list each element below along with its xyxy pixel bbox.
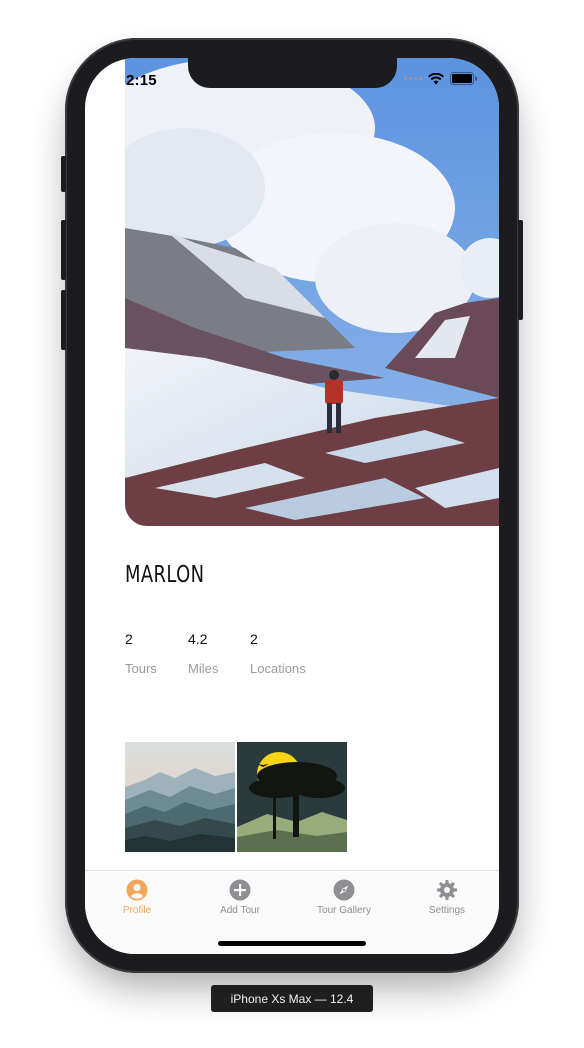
battery-icon [450,72,477,85]
stat-label: Tours [125,661,157,676]
tab-label: Add Tour [220,905,260,916]
simulator-device-label: iPhone Xs Max — 12.4 [211,985,373,1012]
tab-profile[interactable]: Profile [85,879,189,916]
tab-settings[interactable]: Settings [395,879,499,916]
tab-label: Tour Gallery [317,905,371,916]
tab-bar: Profile Add Tour Tour Gallery Settings [85,870,499,954]
stat-value: 4.2 [188,631,208,647]
phone-screen: 2:15 MARLON 2 Tours 4.2 Miles 2 Location… [85,58,499,954]
gallery-thumbnail-tree[interactable] [237,742,347,852]
notch [188,58,397,88]
hero-image [125,58,499,526]
stat-miles: 4.2 Miles [188,631,220,676]
tour-gallery-grid [125,742,347,852]
volume-down-button [61,290,66,350]
gallery-thumbnail-mountains[interactable] [125,742,235,852]
profile-name: MARLON [125,562,205,588]
stat-label: Miles [188,661,219,676]
add-icon [229,879,251,901]
gear-icon [437,880,457,900]
stat-tours: 2 Tours [125,631,158,676]
tab-label: Profile [122,905,152,916]
status-time: 2:15 [126,72,157,89]
volume-up-button [61,220,66,280]
tab-tour-gallery[interactable]: Tour Gallery [292,879,396,916]
tab-add-tour[interactable]: Add Tour [188,879,292,916]
stat-label: Locations [250,661,306,676]
status-icons [404,72,477,85]
tab-label: Settings [428,905,466,916]
stat-value: 2 [250,631,258,647]
mute-switch [61,156,66,192]
stat-locations: 2 Locations [250,631,306,676]
stat-value: 2 [125,631,133,647]
home-indicator[interactable] [218,941,366,946]
profile-stats: 2 Tours 4.2 Miles 2 Locations [125,631,336,676]
profile-icon [126,879,148,901]
compass-icon [333,879,355,901]
wifi-icon [428,72,444,84]
signal-icon [404,77,422,80]
power-button [518,220,523,320]
